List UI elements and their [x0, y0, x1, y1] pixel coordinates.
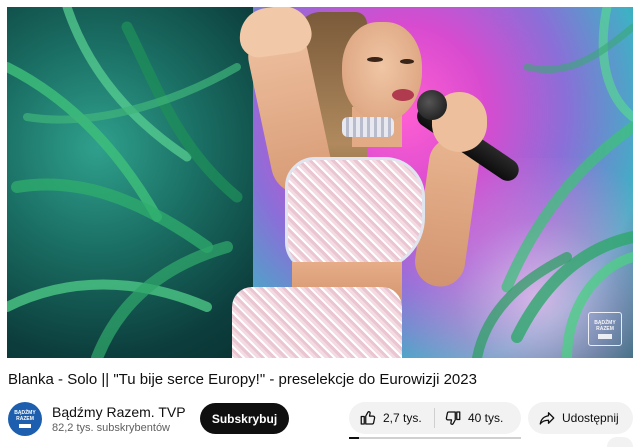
- singer-top: [285, 157, 425, 272]
- share-label: Udostępnij: [562, 411, 619, 425]
- video-player[interactable]: BĄDŹMY RAZEM: [7, 7, 633, 358]
- like-ratio-fill: [349, 437, 360, 439]
- watermark-text: BĄDŹMY RAZEM: [594, 319, 616, 332]
- avatar-text: BĄDŹMY RAZEM: [14, 410, 36, 422]
- watermark-mark: [598, 333, 612, 339]
- singer-eye-right: [400, 59, 414, 64]
- share-button[interactable]: Udostępnij: [528, 402, 633, 434]
- subscribe-button[interactable]: Subskrybuj: [200, 403, 289, 434]
- dislike-count: 40 tys.: [468, 411, 504, 425]
- singer-skirt: [232, 287, 402, 358]
- avatar-mark: [19, 424, 31, 428]
- like-ratio-bar: [349, 437, 521, 439]
- singer-face: [342, 22, 422, 122]
- video-title: Blanka - Solo || "Tu bije serce Europy!"…: [8, 371, 477, 388]
- channel-watermark-logo: BĄDŹMY RAZEM: [588, 312, 622, 346]
- singer-choker: [342, 117, 394, 137]
- like-dislike-group: 2,7 tys. 40 tys.: [349, 402, 521, 434]
- thumb-up-icon: [360, 411, 376, 425]
- channel-avatar[interactable]: BĄDŹMY RAZEM: [8, 402, 42, 436]
- microphone-head: [417, 90, 447, 120]
- share-arrow-icon: [539, 412, 555, 425]
- like-divider: [434, 408, 435, 428]
- dislike-button[interactable]: 40 tys.: [444, 402, 503, 434]
- share-content: Udostępnij: [538, 402, 619, 434]
- singer-mouth: [392, 89, 414, 101]
- like-button[interactable]: 2,7 tys.: [359, 402, 422, 434]
- more-actions-button[interactable]: [607, 437, 633, 447]
- singer-eye-left: [367, 57, 383, 62]
- channel-name[interactable]: Bądźmy Razem. TVP: [52, 404, 186, 420]
- like-count: 2,7 tys.: [383, 411, 422, 425]
- subscriber-count: 82,2 tys. subskrybentów: [52, 422, 171, 434]
- thumb-down-icon: [445, 411, 461, 425]
